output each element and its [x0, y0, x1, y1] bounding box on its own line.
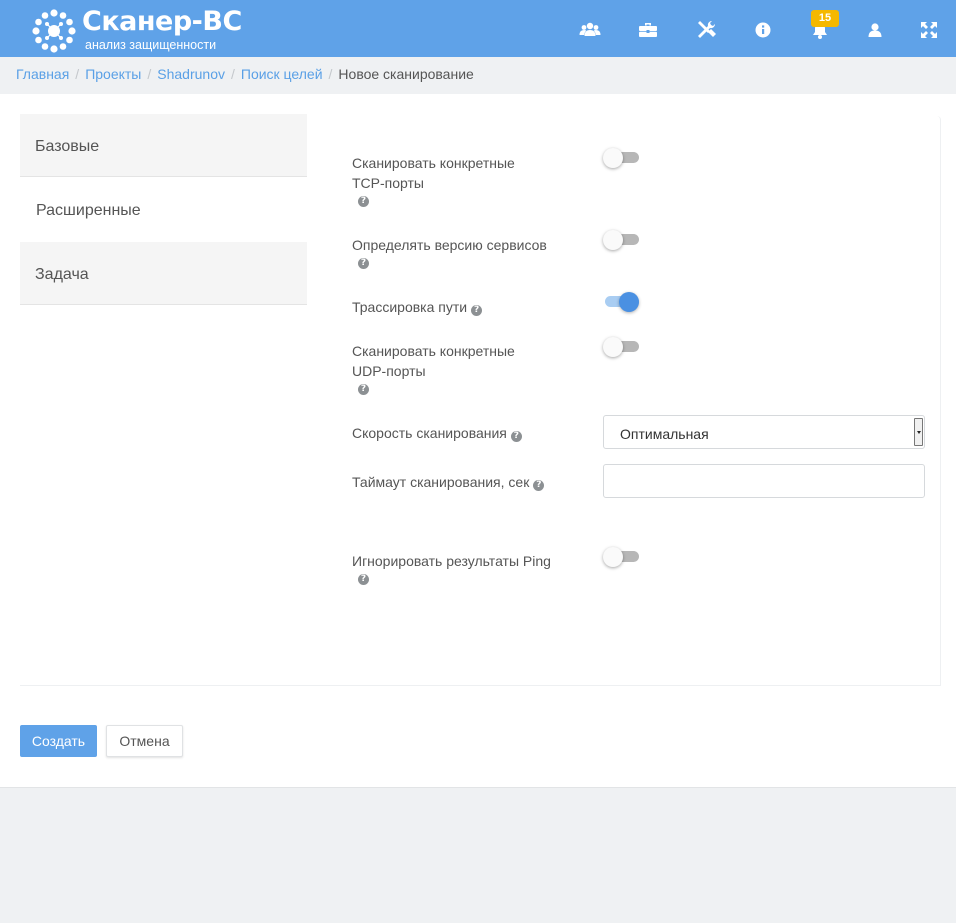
create-button[interactable]: Создать: [20, 725, 97, 757]
tcp-ports-toggle[interactable]: [603, 148, 639, 168]
toggle-knob: [603, 547, 623, 567]
udp-ports-label: Сканировать конкретные UDP-порты ?: [352, 343, 515, 395]
help-icon[interactable]: ?: [533, 480, 545, 491]
breadcrumb-projects[interactable]: Проекты: [85, 66, 141, 82]
help-icon[interactable]: ?: [358, 258, 369, 269]
tab-advanced[interactable]: Расширенные: [20, 178, 307, 241]
user-icon[interactable]: [864, 19, 886, 41]
notification-badge: 15: [811, 10, 839, 27]
traceroute-label: Трассировка пути?: [352, 297, 552, 317]
breadcrumb-project[interactable]: Shadrunov: [157, 66, 225, 82]
logo-title: Сканер-ВС: [82, 6, 242, 37]
toggle-knob: [603, 230, 623, 250]
breadcrumb-target-search[interactable]: Поиск целей: [241, 66, 323, 82]
toggle-knob: [603, 337, 623, 357]
help-icon[interactable]: ?: [358, 574, 369, 585]
breadcrumb-separator: /: [147, 66, 152, 82]
help-icon[interactable]: ?: [358, 384, 369, 395]
info-icon[interactable]: [752, 19, 774, 41]
help-icon[interactable]: ?: [471, 305, 483, 316]
service-version-toggle[interactable]: [603, 230, 639, 250]
divider: [20, 685, 941, 686]
scan-timeout-input[interactable]: [603, 464, 925, 498]
tools-icon[interactable]: [695, 19, 717, 41]
briefcase-icon[interactable]: [637, 19, 659, 41]
traceroute-toggle[interactable]: [603, 292, 639, 312]
fullscreen-icon[interactable]: [918, 19, 940, 41]
breadcrumb-separator: /: [75, 66, 80, 82]
tcp-ports-label: Сканировать конкретные TCP-порты ?: [352, 155, 515, 207]
cancel-button[interactable]: Отмена: [106, 725, 183, 757]
tab-task[interactable]: Задача: [20, 242, 307, 305]
chevron-down-icon[interactable]: [914, 418, 923, 446]
scan-speed-value: Оптимальная: [620, 426, 709, 442]
breadcrumb-separator: /: [328, 66, 333, 82]
breadcrumb-separator: /: [230, 66, 235, 82]
logo-mark-icon: [32, 9, 76, 53]
breadcrumb-home[interactable]: Главная: [16, 66, 69, 82]
udp-ports-toggle[interactable]: [603, 337, 639, 357]
logo[interactable]: Сканер-ВС анализ защищенности: [32, 6, 252, 53]
ignore-ping-label: Игнорировать результаты Ping ?: [352, 553, 551, 585]
scan-timeout-label: Таймаут сканирования, сек?: [352, 472, 552, 492]
scan-speed-select[interactable]: Оптимальная: [603, 415, 925, 449]
tab-basic[interactable]: Базовые: [20, 114, 307, 177]
scan-speed-label: Скорость сканирования?: [352, 423, 552, 443]
toggle-knob: [619, 292, 639, 312]
top-navbar: Сканер-ВС анализ защищенности 15: [0, 0, 956, 57]
ignore-ping-toggle[interactable]: [603, 547, 639, 567]
users-icon[interactable]: [579, 19, 601, 41]
breadcrumb-current: Новое сканирование: [338, 66, 474, 82]
service-version-label: Определять версию сервисов ?: [352, 237, 547, 269]
toggle-knob: [603, 148, 623, 168]
logo-subtitle: анализ защищенности: [85, 38, 217, 52]
help-icon[interactable]: ?: [358, 196, 369, 207]
breadcrumb: Главная / Проекты / Shadrunov / Поиск целей / Но…: [16, 66, 474, 82]
help-icon[interactable]: ?: [510, 431, 522, 442]
